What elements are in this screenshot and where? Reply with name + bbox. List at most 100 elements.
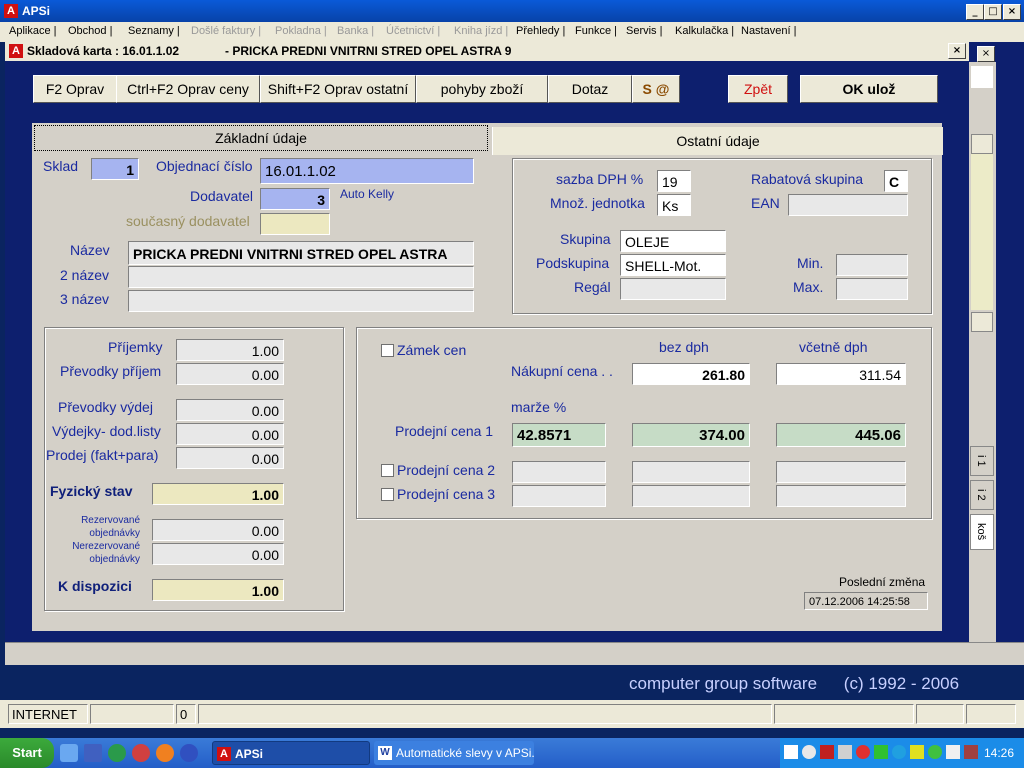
subgroup-field[interactable]: SHELL-Mot. bbox=[620, 254, 726, 276]
available-field[interactable]: 1.00 bbox=[152, 579, 284, 601]
transfer-out-field[interactable]: 0.00 bbox=[176, 399, 284, 421]
tray-icon-5[interactable] bbox=[856, 745, 870, 759]
vat-field[interactable]: 19 bbox=[657, 170, 691, 192]
reserved-field[interactable]: 0.00 bbox=[152, 519, 284, 541]
min-field[interactable] bbox=[836, 254, 908, 276]
menu-dosle-faktury[interactable]: Došlé faktury | bbox=[191, 25, 261, 37]
sale2-checkbox[interactable] bbox=[381, 464, 394, 477]
scroll-thumb[interactable] bbox=[971, 154, 993, 310]
maximize-button[interactable]: □ bbox=[984, 4, 1002, 20]
main-panel: Základní údaje Ostatní údaje Sklad 1 Obj… bbox=[32, 123, 943, 631]
ok-save-button[interactable]: OK ulož bbox=[800, 75, 938, 103]
sklad-field[interactable]: 1 bbox=[91, 158, 139, 180]
show-desktop-icon[interactable] bbox=[60, 744, 78, 762]
purchase-label: Nákupní cena . . bbox=[511, 363, 613, 379]
start-button[interactable]: Start bbox=[0, 738, 54, 768]
edit-button[interactable]: F2 Oprav bbox=[33, 75, 117, 103]
issues-field[interactable]: 0.00 bbox=[176, 423, 284, 445]
side-tab-kos[interactable]: koš bbox=[970, 514, 994, 550]
movements-button[interactable]: pohyby zboží bbox=[416, 75, 548, 103]
sale2-net-field[interactable] bbox=[632, 461, 750, 483]
supplier-field[interactable]: 3 bbox=[260, 188, 330, 210]
sale1-gross-field[interactable]: 445.06 bbox=[776, 423, 906, 447]
unreserved-field[interactable]: 0.00 bbox=[152, 543, 284, 565]
menu-aplikace[interactable]: Aplikace | bbox=[9, 25, 57, 37]
sale3-net-field[interactable] bbox=[632, 485, 750, 507]
bg-close-button[interactable]: × bbox=[977, 46, 995, 62]
side-scrollbar[interactable]: i 1 i 2 koš bbox=[969, 62, 996, 652]
sale1-label: Prodejní cena 1 bbox=[395, 423, 494, 439]
purchase-gross-field[interactable]: 311.54 bbox=[776, 363, 906, 385]
ean-field[interactable] bbox=[788, 194, 908, 216]
menu-banka[interactable]: Banka | bbox=[337, 25, 374, 37]
sale1-margin-field[interactable]: 42.8571 bbox=[512, 423, 606, 447]
menu-nastaveni[interactable]: Nastavení | bbox=[741, 25, 796, 37]
price-lock-checkbox[interactable] bbox=[381, 344, 394, 357]
name3-field[interactable] bbox=[128, 290, 474, 312]
sale3-gross-field[interactable] bbox=[776, 485, 906, 507]
minimize-button[interactable]: _ bbox=[966, 4, 984, 20]
rebate-field[interactable]: C bbox=[884, 170, 908, 192]
task-word-doc[interactable]: W Automatické slevy v APSi... bbox=[374, 741, 534, 765]
task-apsi[interactable]: A APSi bbox=[212, 741, 370, 765]
name2-field[interactable] bbox=[128, 266, 474, 288]
group-field[interactable]: OLEJE bbox=[620, 230, 726, 252]
name3-label: 3 název bbox=[60, 291, 110, 307]
shelf-field[interactable] bbox=[620, 278, 726, 300]
menu-kalkulacka[interactable]: Kalkulačka | bbox=[675, 25, 734, 37]
order-no-field[interactable]: 16.01.1.02 bbox=[260, 158, 474, 184]
tray-icon-11[interactable] bbox=[964, 745, 978, 759]
physical-field[interactable]: 1.00 bbox=[152, 483, 284, 505]
sale2-gross-field[interactable] bbox=[776, 461, 906, 483]
menu-funkce[interactable]: Funkce | bbox=[575, 25, 617, 37]
network-icon[interactable] bbox=[892, 745, 906, 759]
tray-icon-10[interactable] bbox=[946, 745, 960, 759]
stock-card-dialog: A Skladová karta : 16.01.1.02 - PRICKA P… bbox=[5, 42, 969, 642]
price-lock-label: Zámek cen bbox=[397, 342, 467, 358]
browser-icon[interactable] bbox=[132, 744, 150, 762]
menu-pokladna[interactable]: Pokladna | bbox=[275, 25, 327, 37]
side-tab-i2[interactable]: i 2 bbox=[970, 480, 994, 510]
name-field[interactable]: PRICKA PREDNI VNITRNI STRED OPEL ASTRA bbox=[128, 241, 474, 265]
menu-obchod[interactable]: Obchod | bbox=[68, 25, 112, 37]
max-field[interactable] bbox=[836, 278, 908, 300]
tray-icon-1[interactable] bbox=[784, 745, 798, 759]
globe-icon[interactable] bbox=[108, 744, 126, 762]
menu-seznamy[interactable]: Seznamy | bbox=[128, 25, 180, 37]
receipts-field[interactable]: 1.00 bbox=[176, 339, 284, 361]
unit-field[interactable]: Ks bbox=[657, 194, 691, 216]
tray-icon-8[interactable] bbox=[910, 745, 924, 759]
back-button[interactable]: Zpět bbox=[728, 75, 788, 103]
menu-kniha-jizd[interactable]: Kniha jízd | bbox=[454, 25, 508, 37]
purchase-net-field[interactable]: 261.80 bbox=[632, 363, 750, 385]
side-tab-i1[interactable]: i 1 bbox=[970, 446, 994, 476]
sale3-margin-field[interactable] bbox=[512, 485, 606, 507]
app-title: APSi bbox=[22, 4, 51, 18]
tray-icon-6[interactable] bbox=[874, 745, 888, 759]
dialog-close-button[interactable]: × bbox=[948, 43, 966, 59]
transfer-in-field[interactable]: 0.00 bbox=[176, 363, 284, 385]
menu-ucetnictvi[interactable]: Účetnictví | bbox=[386, 25, 440, 37]
menu-servis[interactable]: Servis | bbox=[626, 25, 662, 37]
tray-icon-2[interactable] bbox=[802, 745, 816, 759]
sale3-checkbox[interactable] bbox=[381, 488, 394, 501]
vat-label: sazba DPH % bbox=[556, 171, 644, 187]
tray-icon-3[interactable] bbox=[820, 745, 834, 759]
menu-prehledy[interactable]: Přehledy | bbox=[516, 25, 565, 37]
tray-icon-9[interactable] bbox=[928, 745, 942, 759]
firefox-icon[interactable] bbox=[156, 744, 174, 762]
media-player-icon[interactable] bbox=[180, 744, 198, 762]
sale2-margin-field[interactable] bbox=[512, 461, 606, 483]
tab-other[interactable]: Ostatní údaje bbox=[492, 127, 943, 155]
sales-field[interactable]: 0.00 bbox=[176, 447, 284, 469]
current-supplier-field[interactable] bbox=[260, 213, 330, 235]
sale1-net-field[interactable]: 374.00 bbox=[632, 423, 750, 447]
close-button[interactable]: × bbox=[1003, 4, 1021, 20]
save-icon[interactable] bbox=[84, 744, 102, 762]
volume-icon[interactable] bbox=[838, 745, 852, 759]
edit-price-button[interactable]: Ctrl+F2 Oprav ceny bbox=[116, 75, 260, 103]
edit-other-button[interactable]: Shift+F2 Oprav ostatní bbox=[260, 75, 416, 103]
query-button[interactable]: Dotaz bbox=[548, 75, 632, 103]
tab-basic[interactable]: Základní údaje bbox=[34, 125, 488, 151]
email-button[interactable]: S @ bbox=[632, 75, 680, 103]
